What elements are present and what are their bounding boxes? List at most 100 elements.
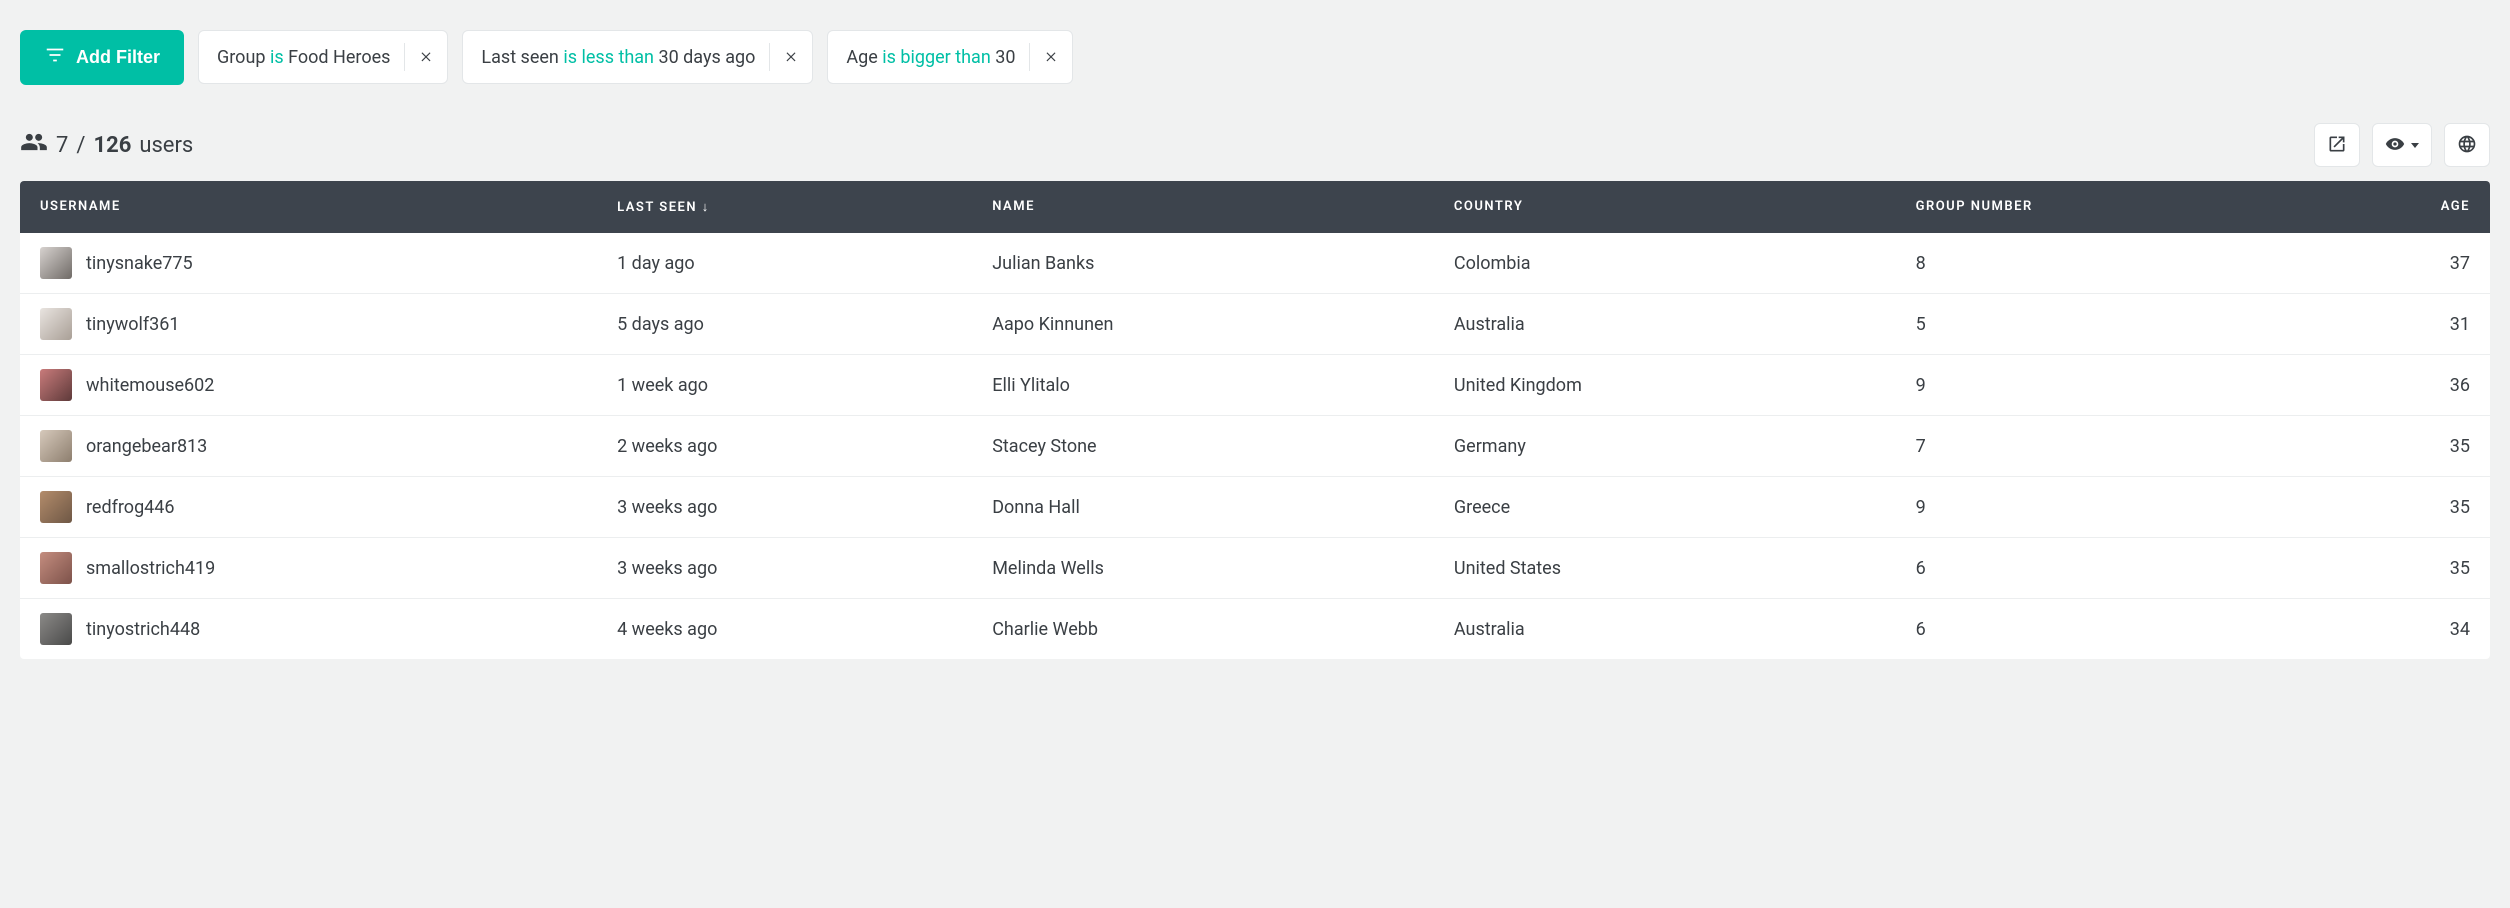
table-row[interactable]: redfrog446 3 weeks agoDonna HallGreece935 (20, 476, 2490, 537)
cell-age: 34 (2328, 599, 2490, 659)
visibility-dropdown-button[interactable] (2372, 123, 2432, 167)
avatar (40, 430, 72, 462)
table-body: tinysnake775 1 day agoJulian BanksColombi… (20, 233, 2490, 659)
globe-icon (2457, 134, 2477, 157)
filter-chip-remove[interactable] (1030, 31, 1072, 83)
chip-operator: is bigger than (882, 47, 990, 68)
cell-last-seen: 3 weeks ago (597, 538, 972, 598)
add-filter-label: Add Filter (76, 47, 160, 68)
table-actions (2314, 123, 2490, 167)
cell-name: Charlie Webb (972, 599, 1434, 659)
cell-username-text: orangebear813 (86, 436, 207, 457)
avatar (40, 369, 72, 401)
avatar (40, 491, 72, 523)
summary-sep: / (76, 133, 85, 158)
cell-age: 31 (2328, 294, 2490, 354)
cell-name: Julian Banks (972, 233, 1434, 293)
filter-chip[interactable]: Group is Food Heroes (198, 30, 448, 84)
cell-country: Germany (1434, 416, 1896, 476)
cell-username-text: tinywolf361 (86, 314, 180, 335)
cell-username: tinyostrich448 (20, 599, 597, 659)
summary-word: users (139, 133, 193, 158)
col-username[interactable]: Username (20, 181, 597, 233)
cell-group-number: 6 (1896, 538, 2329, 598)
chip-field: Group (217, 47, 265, 68)
cell-name: Elli Ylitalo (972, 355, 1434, 415)
chip-operator: is less than (563, 47, 654, 68)
avatar (40, 613, 72, 645)
summary-filtered: 7 (56, 133, 68, 158)
export-button[interactable] (2314, 123, 2360, 167)
col-last-seen[interactable]: Last seen ↓ (597, 181, 972, 233)
close-icon (784, 47, 798, 68)
summary-count: 7 / 126 users (20, 128, 193, 162)
cell-last-seen: 3 weeks ago (597, 477, 972, 537)
export-icon (2327, 134, 2347, 157)
cell-name: Aapo Kinnunen (972, 294, 1434, 354)
cell-username-text: tinysnake775 (86, 253, 193, 274)
cell-group-number: 9 (1896, 355, 2329, 415)
col-name[interactable]: Name (972, 181, 1434, 233)
cell-group-number: 8 (1896, 233, 2329, 293)
cell-country: Colombia (1434, 233, 1896, 293)
filter-chip-remove[interactable] (405, 31, 447, 83)
close-icon (1044, 47, 1058, 68)
cell-last-seen: 2 weeks ago (597, 416, 972, 476)
avatar (40, 552, 72, 584)
cell-group-number: 7 (1896, 416, 2329, 476)
avatar (40, 247, 72, 279)
cell-username-text: tinyostrich448 (86, 619, 200, 640)
table-row[interactable]: whitemouse602 1 week agoElli YlitaloUnite… (20, 354, 2490, 415)
table-row[interactable]: tinysnake775 1 day agoJulian BanksColombi… (20, 233, 2490, 293)
cell-last-seen: 1 day ago (597, 233, 972, 293)
cell-country: United States (1434, 538, 1896, 598)
table-row[interactable]: smallostrich4193 weeks agoMelinda WellsU… (20, 537, 2490, 598)
table-row[interactable]: tinywolf3615 days agoAapo KinnunenAustra… (20, 293, 2490, 354)
chip-value: 30 (995, 47, 1015, 68)
chip-field: Last seen (481, 47, 558, 68)
eye-icon (2385, 134, 2405, 157)
summary-total: 126 (93, 133, 131, 158)
cell-age: 37 (2328, 233, 2490, 293)
avatar (40, 308, 72, 340)
chip-operator: is (270, 47, 284, 68)
cell-last-seen: 1 week ago (597, 355, 972, 415)
cell-age: 36 (2328, 355, 2490, 415)
cell-username-text: whitemouse602 (86, 375, 214, 396)
cell-age: 35 (2328, 416, 2490, 476)
table-header: Username Last seen ↓ Name Country Group … (20, 181, 2490, 233)
cell-age: 35 (2328, 477, 2490, 537)
close-icon (419, 47, 433, 68)
cell-name: Donna Hall (972, 477, 1434, 537)
filter-chip-remove[interactable] (770, 31, 812, 83)
globe-button[interactable] (2444, 123, 2490, 167)
add-filter-button[interactable]: Add Filter (20, 30, 184, 85)
cell-username: smallostrich419 (20, 538, 597, 598)
chip-value: 30 days ago (658, 47, 755, 68)
cell-username-text: smallostrich419 (86, 558, 215, 579)
col-country[interactable]: Country (1434, 181, 1896, 233)
cell-country: Greece (1434, 477, 1896, 537)
cell-country: Australia (1434, 599, 1896, 659)
col-group-number[interactable]: Group Number (1896, 181, 2329, 233)
cell-age: 35 (2328, 538, 2490, 598)
filter-chip[interactable]: Age is bigger than 30 (827, 30, 1073, 84)
cell-country: Australia (1434, 294, 1896, 354)
cell-username: orangebear813 (20, 416, 597, 476)
chevron-down-icon (2411, 143, 2419, 148)
cell-last-seen: 4 weeks ago (597, 599, 972, 659)
cell-group-number: 6 (1896, 599, 2329, 659)
cell-username: whitemouse602 (20, 355, 597, 415)
filter-icon (44, 44, 66, 71)
filters-row: Add Filter Group is Food Heroes Last see… (20, 30, 2490, 85)
col-age[interactable]: Age (2328, 181, 2490, 233)
table-row[interactable]: tinyostrich448 4 weeks agoCharlie WebbAus… (20, 598, 2490, 659)
filter-chip[interactable]: Last seen is less than 30 days ago (462, 30, 813, 84)
users-table: Username Last seen ↓ Name Country Group … (20, 181, 2490, 659)
chip-value: Food Heroes (288, 47, 390, 68)
table-row[interactable]: orangebear8132 weeks agoStacey StoneGerm… (20, 415, 2490, 476)
cell-username-text: redfrog446 (86, 497, 175, 518)
cell-country: United Kingdom (1434, 355, 1896, 415)
summary-row: 7 / 126 users (20, 123, 2490, 167)
cell-group-number: 9 (1896, 477, 2329, 537)
